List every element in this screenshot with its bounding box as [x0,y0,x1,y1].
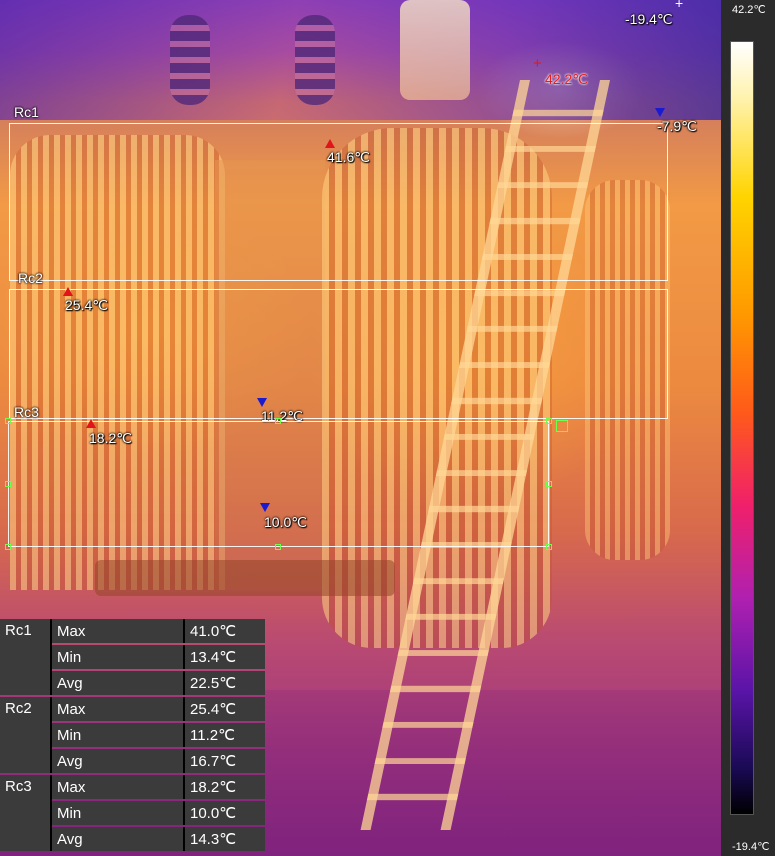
resize-handle[interactable] [275,544,281,550]
metric-label: Min [52,723,185,747]
blue-triangle-down-icon [260,503,270,512]
resize-handle[interactable] [546,481,552,487]
metric-value: 16.7℃ [185,749,265,773]
thermal-viewer: -19.4℃ + + 42.2℃ Rc1 -7.9℃ 41.6℃ Rc2 25.… [0,0,775,856]
sky-background [0,0,721,120]
roi-name-cell: Rc1 [0,619,52,695]
metric-label: Max [52,697,185,721]
palette-max-label: 42.2℃ [732,4,766,16]
roi-name-cell: Rc2 [0,697,52,773]
metric-value: 11.2℃ [185,723,265,747]
rc1-max-label: 41.6℃ [327,149,370,165]
color-scale-bar[interactable] [730,41,754,815]
insulator-left [170,15,210,105]
resize-handle[interactable] [275,418,281,424]
insulator-right [295,15,335,105]
roi-rc1-label: Rc1 [14,104,39,120]
palette-min-label: -19.4℃ [732,841,770,853]
resize-handle[interactable] [5,481,11,487]
global-max-label: 42.2℃ [545,71,588,87]
resize-handle[interactable] [546,544,552,550]
table-row: Rc3 Max 18.2℃ [0,775,265,851]
resize-handle[interactable] [5,418,11,424]
metric-label: Avg [52,749,185,773]
metric-value: 41.0℃ [185,619,265,643]
table-row: Rc1 Max 41.0℃ [0,619,265,695]
rc1-min-label: -7.9℃ [657,118,697,134]
metric-value: 25.4℃ [185,697,265,721]
color-palette-panel: 42.2℃ -19.4℃ [721,0,775,856]
table-row: Rc2 Max 25.4℃ [0,697,265,773]
workbench [95,560,395,596]
resize-handle[interactable] [546,418,552,424]
red-triangle-up-icon [63,287,73,296]
metric-label: Avg [52,827,185,851]
red-triangle-up-icon [86,419,96,428]
global-min-label: -19.4℃ [625,11,673,27]
worker-legs [400,0,470,100]
roi-rc1[interactable] [9,123,668,281]
metric-value: 10.0℃ [185,801,265,825]
roi-stats-table: Rc1 Max 41.0℃ Min 13.4℃ Avg 22.5℃ Rc2 Ma… [0,617,265,853]
roi-name-cell: Rc3 [0,775,52,851]
move-handle[interactable] [556,420,568,432]
metric-label: Min [52,801,185,825]
rc3-min-label: 10.0℃ [264,514,307,530]
metric-value: 13.4℃ [185,645,265,669]
resize-handle[interactable] [5,544,11,550]
metric-value: 18.2℃ [185,775,265,799]
red-triangle-up-icon [325,139,335,148]
metric-value: 14.3℃ [185,827,265,851]
blue-triangle-down-icon [257,398,267,407]
metric-label: Max [52,775,185,799]
plus-icon: + [675,0,684,11]
rc3-max-label: 18.2℃ [89,430,132,446]
crosshair-icon: + [533,55,542,72]
metric-label: Max [52,619,185,643]
roi-rc3-label: Rc3 [14,404,39,420]
rc2-max-label: 25.4℃ [65,297,108,313]
metric-label: Avg [52,671,185,695]
blue-triangle-down-icon [655,108,665,117]
metric-value: 22.5℃ [185,671,265,695]
metric-label: Min [52,645,185,669]
roi-rc2-label: Rc2 [18,270,43,286]
